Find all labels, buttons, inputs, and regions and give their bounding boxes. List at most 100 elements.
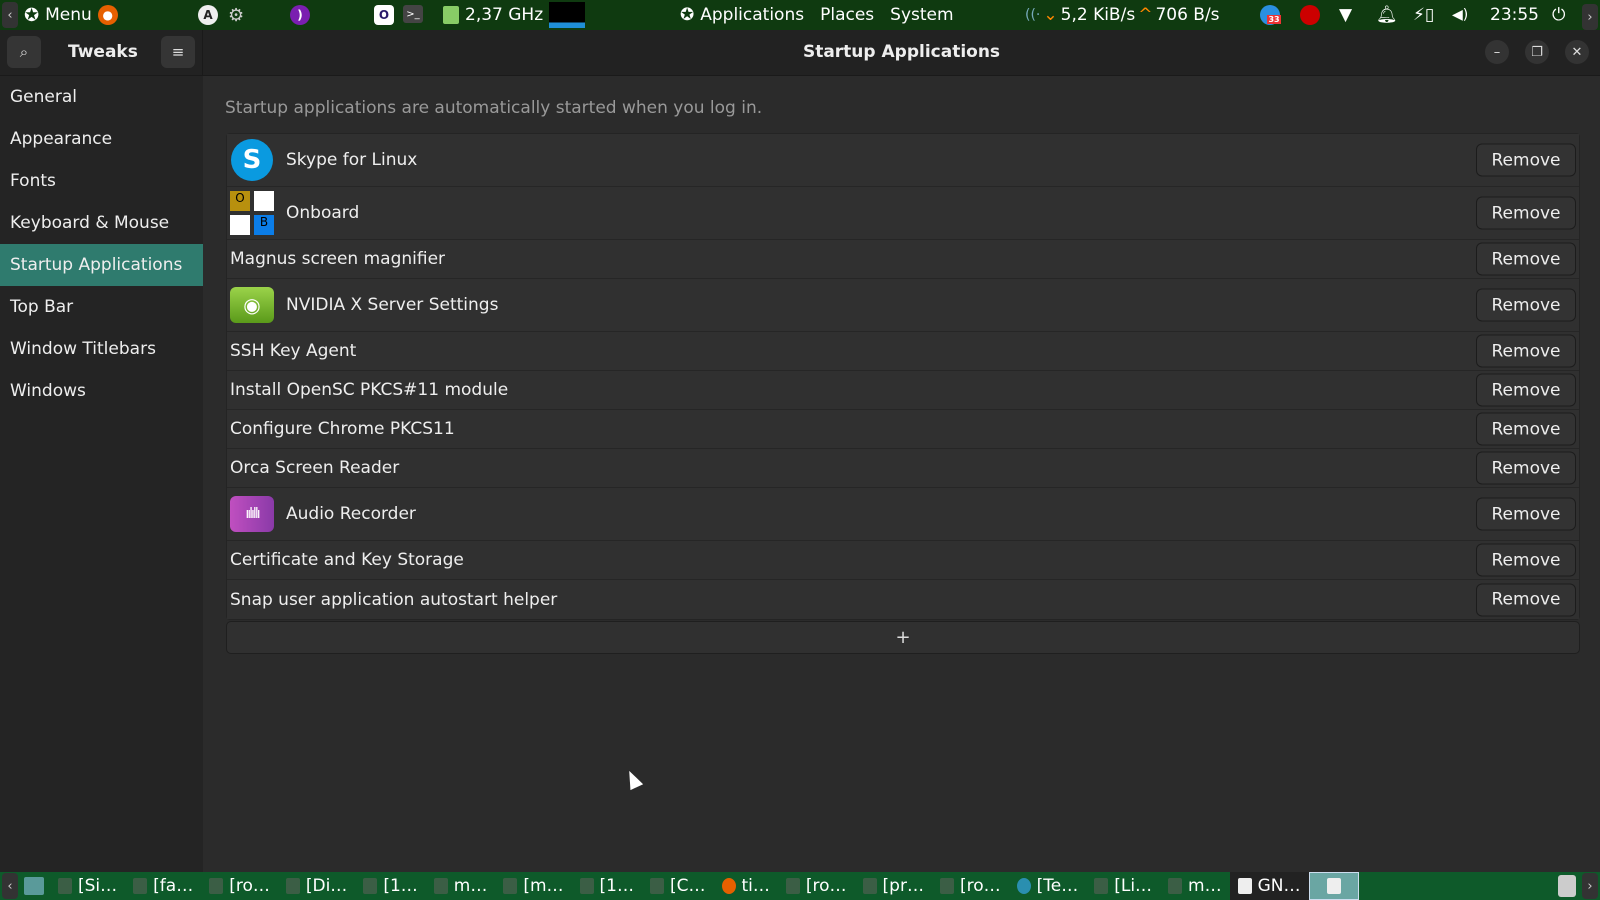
terminal-icon: [1168, 878, 1183, 894]
onboard-icon: O B: [230, 191, 274, 235]
show-desktop-icon[interactable]: [24, 877, 44, 895]
audio-recorder-icon: ıılıllı: [230, 492, 274, 536]
ubuntu-logo-icon: ✪: [24, 4, 40, 26]
list-item: Certificate and Key Storage Remove: [227, 541, 1579, 580]
maximize-button[interactable]: ❐: [1525, 40, 1549, 64]
taskbar-task[interactable]: [ro…: [932, 872, 1009, 900]
taskbar-task[interactable]: [1…: [355, 872, 425, 900]
sidebar-item-appearance[interactable]: Appearance: [0, 118, 203, 160]
ubuntu-logo-icon: ✪: [680, 5, 695, 25]
sidebar-item-window-titlebars[interactable]: Window Titlebars: [0, 328, 203, 370]
volume-icon[interactable]: ◀): [1452, 0, 1468, 30]
search-button[interactable]: ⌕: [7, 36, 41, 68]
taskbar-task-selected[interactable]: [1308, 872, 1359, 900]
remove-button[interactable]: Remove: [1476, 412, 1576, 446]
remove-button[interactable]: Remove: [1476, 543, 1576, 577]
taskbar-task[interactable]: [C…: [642, 872, 714, 900]
menu-places[interactable]: Places: [820, 5, 874, 25]
accessibility-icon[interactable]: A: [198, 5, 218, 25]
terminal-icon: [209, 878, 224, 894]
down-arrow-icon: ⌄: [1043, 5, 1058, 25]
app-icon: [133, 878, 148, 894]
network-speed[interactable]: ((· ⌄ 5,2 KiB/s ^ 706 B/s: [1025, 0, 1220, 30]
menu-button[interactable]: ✪ Menu: [24, 5, 92, 26]
taskbar-task[interactable]: [fa…: [125, 872, 201, 900]
taskbar-task[interactable]: ti…: [714, 872, 778, 900]
list-item: ıılıllı Audio Recorder Remove: [227, 488, 1579, 541]
taskbar-task[interactable]: [Di…: [278, 872, 355, 900]
sidebar-item-startup-applications[interactable]: Startup Applications: [0, 244, 203, 286]
opera-icon[interactable]: O: [374, 5, 394, 25]
trash-icon[interactable]: [1558, 875, 1576, 897]
list-item: S Skype for Linux Remove: [227, 134, 1579, 187]
remove-button[interactable]: Remove: [1476, 373, 1576, 407]
taskbar-task[interactable]: [pr…: [855, 872, 932, 900]
sidebar: General Appearance Fonts Keyboard & Mous…: [0, 76, 203, 872]
remove-button[interactable]: Remove: [1476, 334, 1576, 368]
search-icon: ⌕: [19, 43, 29, 61]
wifi-icon[interactable]: ▼: [1339, 0, 1352, 30]
folder-icon: [785, 878, 800, 894]
taskbar-task[interactable]: m…: [426, 872, 496, 900]
app-icon: [285, 878, 300, 894]
panel-scroll-left-button[interactable]: ‹: [2, 2, 18, 28]
cpu-frequency[interactable]: 2,37 GHz: [443, 0, 586, 30]
settings-gears-icon[interactable]: ⚙: [228, 0, 244, 30]
panel-scroll-right-button[interactable]: ›: [1582, 2, 1598, 32]
cpu-graph: [549, 2, 586, 28]
taskbar-task[interactable]: [1…: [572, 872, 642, 900]
taskbar-task[interactable]: [m…: [495, 872, 571, 900]
sidebar-item-general[interactable]: General: [0, 76, 203, 118]
main-menu: ✪ Applications Places System: [680, 0, 954, 30]
terminal-icon: [433, 878, 448, 894]
taskbar-task[interactable]: [ro…: [201, 872, 278, 900]
remove-button[interactable]: Remove: [1476, 583, 1576, 616]
taskbar-scroll-right-button[interactable]: ›: [1582, 873, 1598, 899]
minimize-button[interactable]: –: [1485, 40, 1509, 64]
menu-applications[interactable]: Applications: [700, 5, 804, 25]
sidebar-item-keyboard-mouse[interactable]: Keyboard & Mouse: [0, 202, 203, 244]
remove-button[interactable]: Remove: [1476, 497, 1576, 531]
list-item: O B Onboard Remove: [227, 187, 1579, 240]
tweaks-icon: [1237, 878, 1252, 894]
remove-button[interactable]: Remove: [1476, 451, 1576, 485]
sidebar-item-top-bar[interactable]: Top Bar: [0, 286, 203, 328]
taskbar-task[interactable]: [Si…: [50, 872, 125, 900]
remove-button[interactable]: Remove: [1476, 143, 1576, 177]
remove-button[interactable]: Remove: [1476, 242, 1576, 276]
header-left: ⌕ Tweaks ≡: [0, 30, 203, 76]
sidebar-item-windows[interactable]: Windows: [0, 370, 203, 412]
power-icon[interactable]: ⏻: [1552, 0, 1565, 30]
list-item: Configure Chrome PKCS11 Remove: [227, 410, 1579, 449]
terminal-icon: [939, 878, 954, 894]
list-item: Orca Screen Reader Remove: [227, 449, 1579, 488]
remove-button[interactable]: Remove: [1476, 288, 1576, 322]
add-application-button[interactable]: +: [226, 621, 1580, 654]
firefox-icon[interactable]: ●: [97, 5, 118, 25]
tor-browser-icon[interactable]: ): [290, 5, 310, 25]
list-item: Snap user application autostart helper R…: [227, 580, 1579, 619]
top-panel: ‹ ✪ Menu ● A ⚙ ) O >_ 2,37 GHz ✪ Applicat…: [0, 0, 1600, 30]
description: Startup applications are automatically s…: [225, 98, 763, 118]
messenger-icon[interactable]: 33: [1260, 5, 1281, 25]
terminal-icon[interactable]: >_: [403, 5, 423, 23]
taskbar-task[interactable]: [ro…: [778, 872, 855, 900]
taskbar-task-active[interactable]: GN…: [1229, 872, 1309, 900]
close-button[interactable]: ✕: [1565, 40, 1589, 64]
notifications-bell-icon[interactable]: 🔔︎: [1376, 0, 1398, 30]
main-menu-button[interactable]: ≡: [161, 36, 195, 68]
remove-button[interactable]: Remove: [1476, 196, 1576, 230]
taskbar-task[interactable]: m…: [1160, 872, 1230, 900]
sidebar-item-fonts[interactable]: Fonts: [0, 160, 203, 202]
battery-icon[interactable]: ⚡▯: [1413, 0, 1434, 30]
app-title: Tweaks: [68, 42, 138, 62]
menu-system[interactable]: System: [890, 5, 953, 25]
record-icon[interactable]: [1300, 5, 1320, 25]
taskbar-task[interactable]: [Li…: [1086, 872, 1160, 900]
wireless-signal-icon: ((·: [1025, 7, 1041, 23]
taskbar-scroll-left-button[interactable]: ‹: [2, 873, 18, 899]
firefox-icon: [721, 878, 736, 894]
header-bar: ⌕ Tweaks ≡ Startup Applications – ❐ ✕: [0, 30, 1600, 76]
taskbar-task[interactable]: [Te…: [1009, 872, 1087, 900]
clock[interactable]: 23:55: [1490, 0, 1539, 30]
